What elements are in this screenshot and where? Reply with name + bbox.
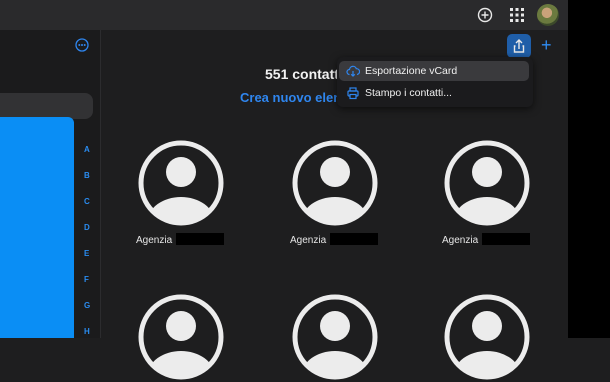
add-contact-button[interactable]: + — [541, 36, 552, 54]
add-circle-icon[interactable] — [477, 7, 493, 23]
contact-count: 551 contatt — [265, 66, 339, 82]
menu-item-label: Stampo i contatti... — [365, 87, 452, 99]
menu-item-export-vcard[interactable]: Esportazione vCard — [339, 61, 529, 81]
top-bar — [0, 0, 568, 30]
redaction-bar — [330, 233, 378, 245]
create-list-link[interactable]: Crea nuovo elenc — [240, 90, 348, 105]
printer-icon — [347, 87, 359, 100]
person-avatar-icon — [444, 294, 530, 380]
menu-item-label: Esportazione vCard — [365, 65, 458, 77]
contact-name: Agenzia — [442, 235, 479, 246]
person-avatar-icon — [292, 140, 378, 226]
contact-name: Agenzia — [290, 235, 327, 246]
index-letter[interactable]: C — [84, 197, 90, 206]
share-icon — [513, 39, 525, 53]
index-letter[interactable]: F — [84, 275, 89, 284]
index-letter[interactable]: G — [84, 301, 90, 310]
redaction-bar — [176, 233, 224, 245]
person-avatar-icon — [292, 294, 378, 380]
sidebar-search-field[interactable] — [0, 93, 93, 119]
share-button[interactable] — [507, 34, 531, 58]
cloud-download-icon — [346, 65, 360, 77]
index-letter[interactable]: D — [84, 223, 90, 232]
menu-item-print-contacts[interactable]: Stampo i contatti... — [339, 83, 529, 103]
index-letter[interactable]: A — [84, 145, 90, 154]
person-avatar-icon — [444, 140, 530, 226]
index-letter[interactable]: E — [84, 249, 89, 258]
contact-name: Agenzia — [136, 235, 173, 246]
person-avatar-icon — [138, 140, 224, 226]
more-options-icon[interactable] — [75, 38, 89, 52]
user-avatar[interactable] — [537, 4, 559, 26]
share-menu: Esportazione vCard Stampo i contatti... — [337, 57, 533, 107]
person-avatar-icon — [138, 294, 224, 380]
redaction-bar — [482, 233, 530, 245]
index-letter[interactable]: B — [84, 171, 90, 180]
apps-grid-icon[interactable] — [509, 7, 525, 23]
contact-group-list[interactable] — [0, 117, 74, 338]
window-edge — [568, 0, 610, 338]
index-letter[interactable]: H — [84, 327, 90, 336]
